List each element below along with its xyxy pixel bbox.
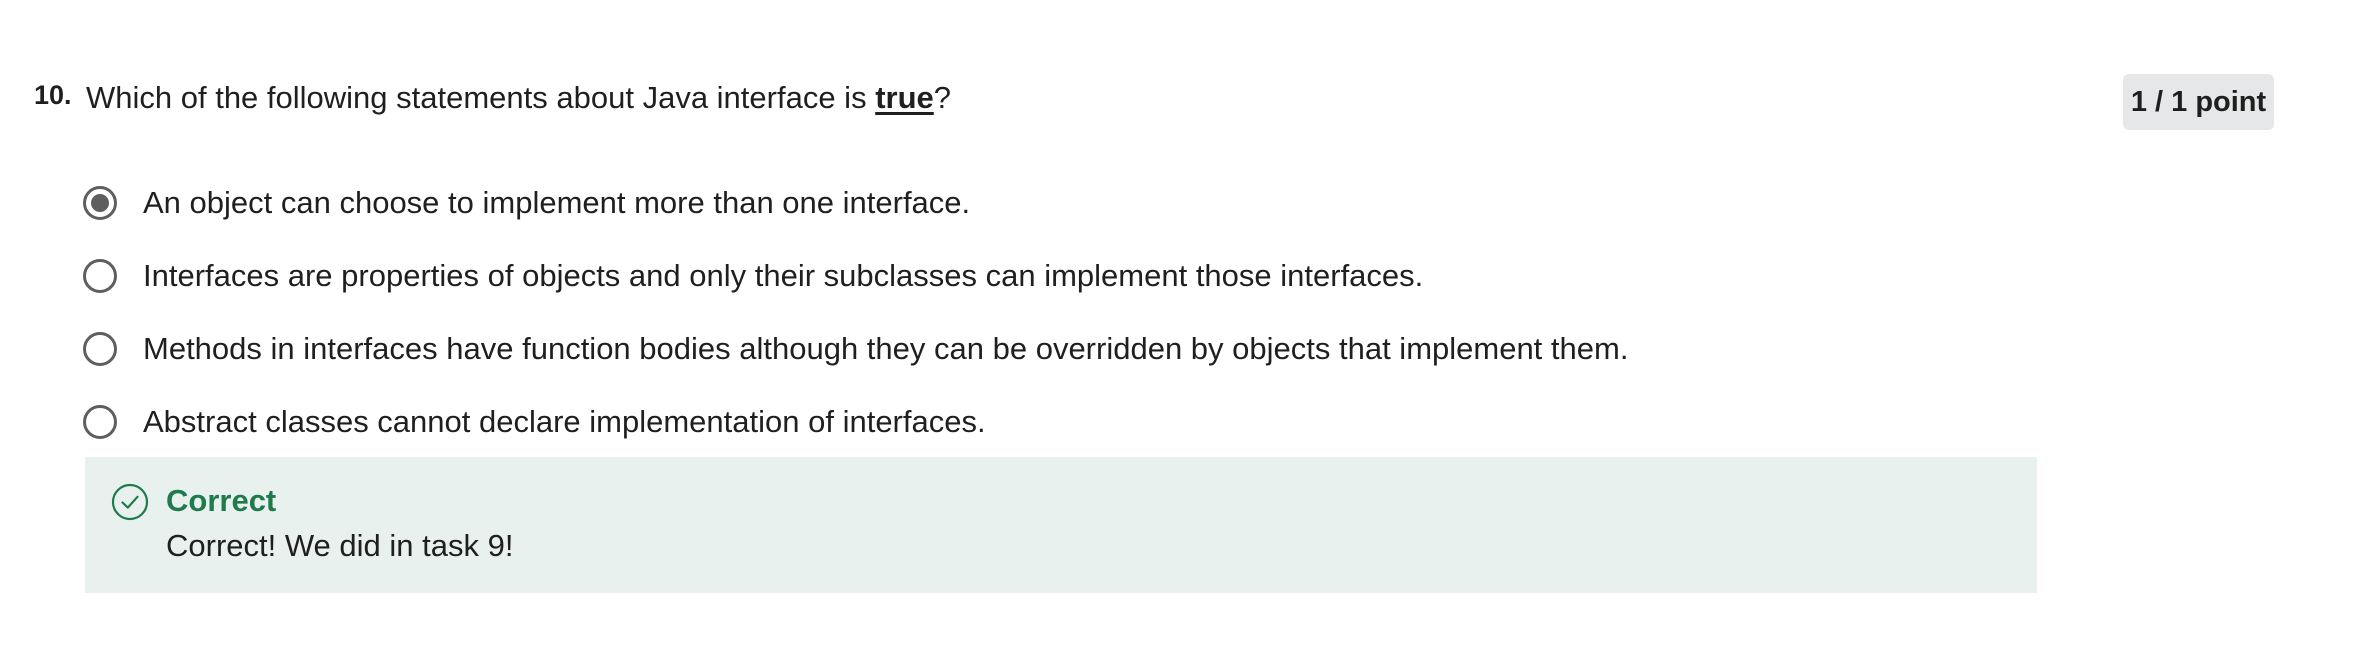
radio-button-selected[interactable] bbox=[83, 185, 117, 220]
quiz-question: 10. Which of the following statements ab… bbox=[0, 0, 2359, 654]
question-text-before: Which of the following statements about … bbox=[86, 80, 876, 115]
question-text-after: ? bbox=[933, 80, 952, 115]
points-badge: 1 / 1 point bbox=[2123, 74, 2274, 130]
check-circle-icon bbox=[111, 483, 149, 521]
radio-button[interactable] bbox=[83, 404, 117, 439]
answer-option-label: Methods in interfaces have function bodi… bbox=[143, 330, 1629, 366]
answer-option-2[interactable]: Interfaces are properties of objects and… bbox=[83, 239, 1983, 312]
answer-option-1[interactable]: An object can choose to implement more t… bbox=[83, 166, 1983, 239]
feedback-message: Correct! We did in task 9! bbox=[166, 528, 514, 563]
feedback-panel: Correct Correct! We did in task 9! bbox=[85, 457, 2037, 593]
radio-button[interactable] bbox=[83, 331, 117, 366]
answer-options: An object can choose to implement more t… bbox=[83, 166, 1983, 458]
radio-button[interactable] bbox=[83, 258, 117, 293]
question-number: 10. bbox=[34, 80, 72, 110]
answer-option-3[interactable]: Methods in interfaces have function bodi… bbox=[83, 312, 1983, 385]
answer-option-label: Abstract classes cannot declare implemen… bbox=[143, 403, 986, 439]
answer-option-label: An object can choose to implement more t… bbox=[143, 184, 971, 220]
feedback-title: Correct bbox=[166, 483, 277, 518]
answer-option-4[interactable]: Abstract classes cannot declare implemen… bbox=[83, 385, 1983, 458]
question-text-emphasis: true bbox=[875, 80, 934, 115]
question-prompt: Which of the following statements about … bbox=[86, 80, 951, 116]
answer-option-label: Interfaces are properties of objects and… bbox=[143, 257, 1424, 293]
